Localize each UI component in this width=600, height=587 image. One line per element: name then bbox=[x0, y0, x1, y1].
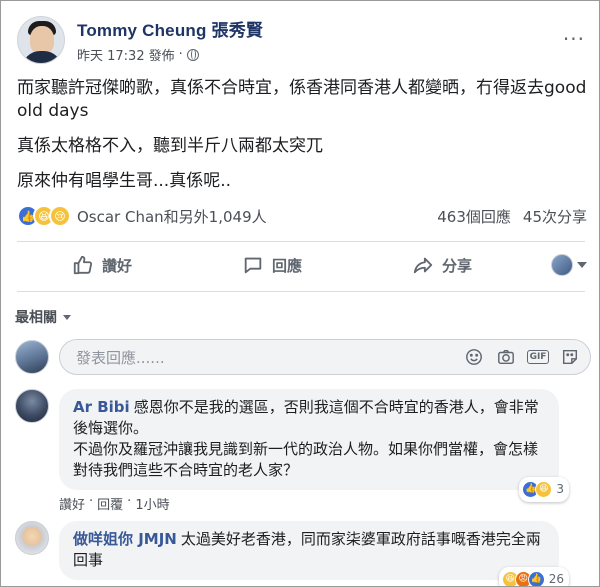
chevron-down-icon bbox=[577, 262, 587, 268]
post-paragraph: 而家聽許冠傑啲歌，真係不合時宜，係香港同香港人都變晒，冇得返去good old … bbox=[17, 78, 587, 121]
comment-reactions[interactable]: 👍 😆 3 bbox=[519, 477, 569, 502]
comment-button[interactable]: 回應 bbox=[187, 254, 357, 276]
post-privacy-label: 發佈 bbox=[148, 49, 175, 64]
sticker-icon[interactable] bbox=[560, 347, 580, 367]
comment-input[interactable]: 發表回應...... GIF bbox=[59, 339, 591, 375]
comment-reactions[interactable]: 😆 😡 👍 26 bbox=[498, 567, 569, 586]
comment-sort-dropdown[interactable]: 最相關 bbox=[15, 307, 71, 327]
viewer-avatar bbox=[15, 340, 49, 374]
comment-reaction-count: 26 bbox=[548, 572, 564, 586]
post-header-text: Tommy Cheung 張秀賢 昨天 17:32 發佈 · bbox=[77, 16, 263, 64]
viewer-avatar bbox=[551, 254, 573, 276]
comment-actions: 讚好 · 回覆 · 1小時 bbox=[59, 494, 170, 513]
reactions-summary: 👍 😆 😢 Oscar Chan和另外1,049人 463個回應 45次分享 bbox=[17, 203, 587, 229]
comment-text: 不過你及羅冠沖讓我見識到新一代的政治人物。如果你們當權，會怎樣對待我們這些不合時… bbox=[73, 440, 539, 479]
action-bar: 讚好 回應 分享 bbox=[17, 247, 587, 283]
post-as-selector[interactable] bbox=[527, 254, 587, 276]
post-paragraph: 原來仲有唱學生哥...真係呢.. bbox=[17, 171, 232, 191]
engagement-counts: 463個回應 45次分享 bbox=[437, 206, 587, 227]
like-button[interactable]: 讚好 bbox=[17, 254, 187, 276]
share-count[interactable]: 45次分享 bbox=[523, 206, 587, 227]
comment-icon bbox=[244, 257, 262, 274]
smiley-icon[interactable] bbox=[464, 347, 484, 367]
divider bbox=[17, 291, 585, 292]
globe-icon bbox=[186, 48, 199, 61]
gif-icon[interactable]: GIF bbox=[526, 347, 550, 367]
haha-reaction-icon: 😆 bbox=[535, 481, 553, 498]
comment-reaction-count: 3 bbox=[556, 482, 564, 496]
commenter-name[interactable]: 做咩姐你 JMJN bbox=[73, 530, 177, 548]
author-avatar[interactable] bbox=[17, 16, 65, 64]
comment-composer: 發表回應...... GIF bbox=[15, 337, 591, 377]
post-paragraph: 真係太格格不入，聽到半斤八兩都太突兀 bbox=[17, 136, 323, 156]
comment-reply-link[interactable]: 回覆 bbox=[97, 494, 123, 513]
commenter-name[interactable]: Ar Bibi bbox=[73, 398, 130, 416]
share-icon bbox=[413, 257, 433, 274]
post-time[interactable]: 昨天 17:32 bbox=[77, 45, 145, 64]
comment-text: 感恩你不是我的選區，否則我這個不合時宜的香港人，會非常後悔選你。 bbox=[73, 398, 539, 437]
comment-like-link[interactable]: 讚好 bbox=[59, 494, 85, 513]
comment-input-placeholder: 發表回應...... bbox=[76, 348, 165, 367]
facebook-post-card: Tommy Cheung 張秀賢 昨天 17:32 發佈 · ··· 而家聽許冠… bbox=[0, 0, 600, 587]
comment-button-label: 回應 bbox=[271, 256, 302, 275]
post-body: 而家聽許冠傑啲歌，真係不合時宜，係香港同香港人都變晒，冇得返去good old … bbox=[17, 77, 587, 205]
comment-item: Ar Bibi 感恩你不是我的選區，否則我這個不合時宜的香港人，會非常後悔選你。 … bbox=[15, 389, 569, 513]
camera-icon[interactable] bbox=[496, 347, 516, 367]
like-icon bbox=[73, 255, 92, 275]
post-author-name[interactable]: Tommy Cheung 張秀賢 bbox=[77, 16, 263, 41]
commenter-avatar[interactable] bbox=[15, 521, 49, 555]
comment-count[interactable]: 463個回應 bbox=[437, 206, 511, 227]
share-button[interactable]: 分享 bbox=[357, 254, 527, 276]
comment-bubble: 做咩姐你 JMJN 太過美好老香港，同而家柒婆軍政府話事嘅香港完全兩回事 😆 😡 … bbox=[59, 521, 569, 586]
comment-item: 做咩姐你 JMJN 太過美好老香港，同而家柒婆軍政府話事嘅香港完全兩回事 😆 😡 … bbox=[15, 521, 569, 586]
comment-time[interactable]: 1小時 bbox=[135, 494, 169, 513]
commenter-avatar[interactable] bbox=[15, 389, 49, 423]
reaction-names[interactable]: Oscar Chan和另外1,049人 bbox=[77, 206, 267, 227]
post-meta: 昨天 17:32 發佈 · bbox=[77, 45, 263, 64]
more-icon[interactable]: ··· bbox=[563, 27, 585, 51]
dot-separator: · bbox=[178, 47, 183, 62]
sort-label: 最相關 bbox=[15, 310, 57, 326]
like-button-label: 讚好 bbox=[101, 256, 132, 275]
like-reaction-icon: 👍 bbox=[527, 571, 545, 586]
composer-tools: GIF bbox=[464, 347, 580, 367]
chevron-down-icon bbox=[63, 314, 71, 320]
sad-reaction-icon: 😢 bbox=[49, 205, 71, 227]
comment-bubble: Ar Bibi 感恩你不是我的選區，否則我這個不合時宜的香港人，會非常後悔選你。 … bbox=[59, 389, 569, 502]
post-header: Tommy Cheung 張秀賢 昨天 17:32 發佈 · bbox=[17, 15, 263, 65]
divider bbox=[17, 241, 585, 242]
share-button-label: 分享 bbox=[441, 256, 472, 275]
reaction-icons[interactable]: 👍 😆 😢 bbox=[17, 205, 71, 227]
